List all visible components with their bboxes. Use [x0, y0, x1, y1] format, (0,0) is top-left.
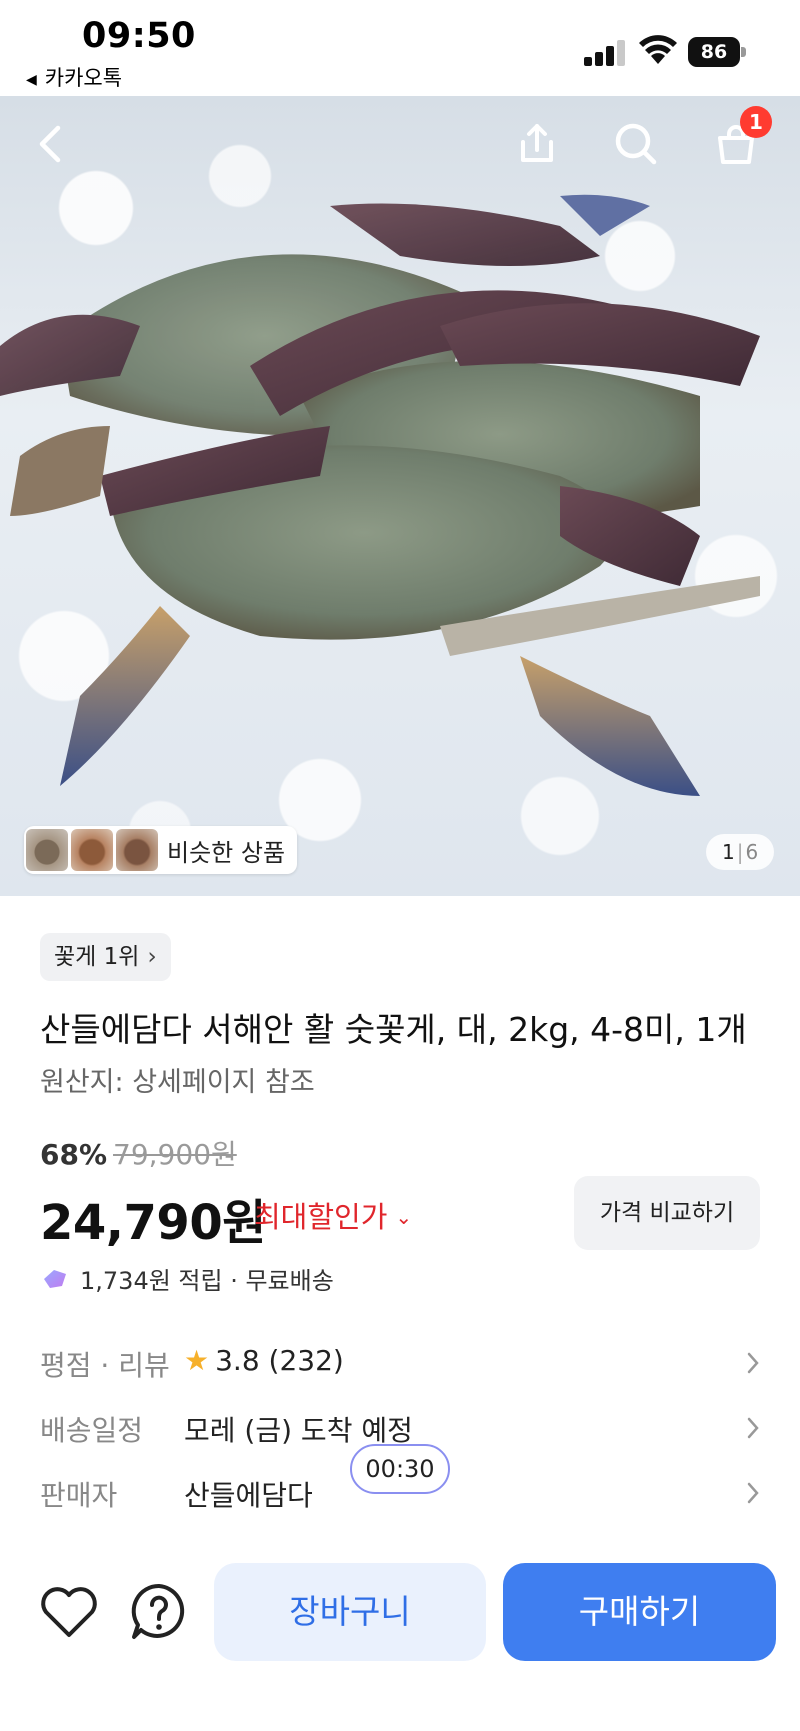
- rating-review-row[interactable]: 평점 · 리뷰 ★ 3.8 (232): [40, 1344, 760, 1394]
- similar-thumb: [26, 829, 68, 871]
- points-icon: [44, 1269, 66, 1288]
- points-shipping-info: 1,734원 적립 · 무료배송: [40, 1261, 334, 1296]
- share-icon[interactable]: [507, 114, 567, 174]
- timer-badge: 00:30: [350, 1444, 450, 1494]
- delivery-value: 모레 (금) 도착 예정: [184, 1414, 413, 1447]
- similar-thumb: [71, 829, 113, 871]
- original-price: 79,900원: [113, 1138, 237, 1171]
- crab-product-image: [0, 194, 760, 796]
- max-discount-dropdown[interactable]: 최대할인가 ⌄: [254, 1194, 412, 1236]
- buy-now-button[interactable]: 구매하기: [503, 1563, 776, 1661]
- product-image-gallery[interactable]: 비슷한 상품 1 | 6: [0, 96, 800, 896]
- similar-thumb: [116, 829, 158, 871]
- chevron-right-icon: [747, 1417, 759, 1439]
- back-triangle-icon: ◀: [26, 72, 37, 88]
- chevron-right-icon: [747, 1482, 759, 1504]
- search-icon[interactable]: [606, 114, 666, 174]
- status-time: 09:50: [82, 16, 196, 56]
- back-to-app-link[interactable]: ◀ 카카오톡: [26, 62, 122, 92]
- rank-label: 꽃게 1위: [54, 944, 140, 970]
- back-icon[interactable]: [22, 114, 82, 174]
- add-to-cart-button[interactable]: 장바구니: [214, 1563, 486, 1661]
- status-bar: 09:50 ◀ 카카오톡 86: [0, 0, 800, 96]
- image-page-counter: 1 | 6: [706, 834, 775, 870]
- back-app-label: 카카오톡: [44, 66, 123, 90]
- bottom-action-bar: 장바구니 구매하기: [0, 1540, 800, 1731]
- battery-icon: 86: [688, 37, 746, 67]
- seller-value: 산들에담다: [184, 1479, 313, 1512]
- category-rank-chip[interactable]: 꽃게 1위 ›: [40, 933, 171, 981]
- current-page: 1: [722, 840, 735, 864]
- product-origin: 원산지: 상세페이지 참조: [40, 1067, 315, 1098]
- star-icon: ★: [184, 1344, 210, 1377]
- heart-icon[interactable]: [34, 1577, 104, 1647]
- max-discount-label: 최대할인가: [254, 1200, 388, 1234]
- product-title: 산들에담다 서해안 활 숫꽃게, 대, 2kg, 4-8미, 1개: [40, 1010, 747, 1049]
- cellular-signal-icon: [584, 38, 626, 66]
- discount-percent: 68%: [40, 1138, 108, 1171]
- total-pages: 6: [745, 840, 759, 864]
- seller-key: 판매자: [40, 1479, 118, 1512]
- cart-count-badge: 1: [740, 106, 772, 138]
- chevron-down-icon: ⌄: [395, 1205, 413, 1229]
- delivery-key: 배송일정: [40, 1414, 144, 1447]
- similar-products-label: 비슷한 상품: [167, 838, 286, 867]
- rating-key: 평점 · 리뷰: [40, 1349, 170, 1382]
- battery-level: 86: [688, 37, 740, 67]
- sale-price: 24,790원: [40, 1195, 266, 1251]
- question-icon[interactable]: [124, 1577, 194, 1647]
- chevron-right-icon: [747, 1352, 759, 1374]
- price-compare-button[interactable]: 가격 비교하기: [574, 1176, 760, 1250]
- similar-products-button[interactable]: 비슷한 상품: [24, 826, 298, 874]
- chevron-right-icon: ›: [147, 944, 157, 970]
- wifi-icon: [639, 35, 677, 64]
- rating-value: 3.8 (232): [215, 1344, 344, 1377]
- discount-line: 68% 79,900원: [40, 1133, 237, 1173]
- points-text: 1,734원 적립 · 무료배송: [80, 1267, 334, 1295]
